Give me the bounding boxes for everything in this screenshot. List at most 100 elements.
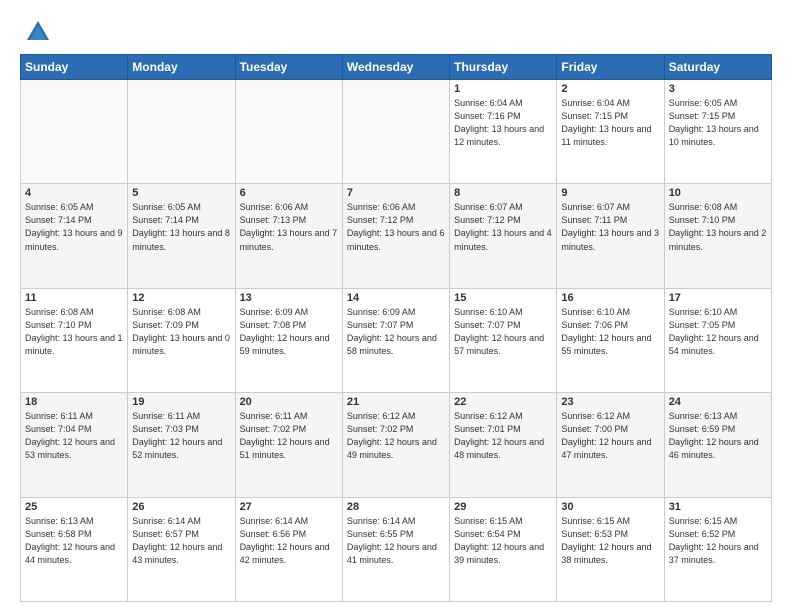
day-info: Sunrise: 6:15 AMSunset: 6:53 PMDaylight:… <box>561 515 659 567</box>
day-number: 10 <box>669 187 767 199</box>
day-info: Sunrise: 6:08 AMSunset: 7:10 PMDaylight:… <box>669 201 767 253</box>
calendar-week-row: 18 Sunrise: 6:11 AMSunset: 7:04 PMDayligh… <box>21 393 772 497</box>
calendar-day-header: Wednesday <box>342 55 449 80</box>
day-info: Sunrise: 6:12 AMSunset: 7:00 PMDaylight:… <box>561 410 659 462</box>
day-info: Sunrise: 6:12 AMSunset: 7:02 PMDaylight:… <box>347 410 445 462</box>
calendar-cell: 26 Sunrise: 6:14 AMSunset: 6:57 PMDayligh… <box>128 497 235 601</box>
day-info: Sunrise: 6:09 AMSunset: 7:08 PMDaylight:… <box>240 306 338 358</box>
day-number: 21 <box>347 396 445 408</box>
calendar-day-header: Friday <box>557 55 664 80</box>
day-number: 15 <box>454 292 552 304</box>
day-number: 24 <box>669 396 767 408</box>
calendar-day-header: Thursday <box>450 55 557 80</box>
calendar-cell: 18 Sunrise: 6:11 AMSunset: 7:04 PMDayligh… <box>21 393 128 497</box>
day-info: Sunrise: 6:11 AMSunset: 7:03 PMDaylight:… <box>132 410 230 462</box>
calendar-cell: 27 Sunrise: 6:14 AMSunset: 6:56 PMDayligh… <box>235 497 342 601</box>
calendar-cell: 17Sunrise: 6:10 AMSunset: 7:05 PMDayligh… <box>664 288 771 392</box>
calendar-cell: 23 Sunrise: 6:12 AMSunset: 7:00 PMDayligh… <box>557 393 664 497</box>
day-info: Sunrise: 6:14 AMSunset: 6:56 PMDaylight:… <box>240 515 338 567</box>
day-info: Sunrise: 6:07 AMSunset: 7:12 PMDaylight:… <box>454 201 552 253</box>
calendar-table: SundayMondayTuesdayWednesdayThursdayFrid… <box>20 54 772 602</box>
day-number: 31 <box>669 501 767 513</box>
day-number: 16 <box>561 292 659 304</box>
day-info: Sunrise: 6:15 AMSunset: 6:52 PMDaylight:… <box>669 515 767 567</box>
day-info: Sunrise: 6:07 AMSunset: 7:11 PMDaylight:… <box>561 201 659 253</box>
calendar-cell: 19 Sunrise: 6:11 AMSunset: 7:03 PMDayligh… <box>128 393 235 497</box>
header <box>20 18 772 46</box>
calendar-cell: 11 Sunrise: 6:08 AMSunset: 7:10 PMDayligh… <box>21 288 128 392</box>
calendar-cell: 2 Sunrise: 6:04 AMSunset: 7:15 PMDaylight… <box>557 80 664 184</box>
day-number: 25 <box>25 501 123 513</box>
calendar-week-row: 25Sunrise: 6:13 AMSunset: 6:58 PMDayligh… <box>21 497 772 601</box>
calendar-cell <box>21 80 128 184</box>
calendar-cell: 12 Sunrise: 6:08 AMSunset: 7:09 PMDayligh… <box>128 288 235 392</box>
day-info: Sunrise: 6:14 AMSunset: 6:55 PMDaylight:… <box>347 515 445 567</box>
calendar-day-header: Saturday <box>664 55 771 80</box>
calendar-week-row: 4 Sunrise: 6:05 AMSunset: 7:14 PMDaylight… <box>21 184 772 288</box>
day-info: Sunrise: 6:06 AMSunset: 7:12 PMDaylight:… <box>347 201 445 253</box>
day-info: Sunrise: 6:08 AMSunset: 7:09 PMDaylight:… <box>132 306 230 358</box>
logo <box>20 18 52 46</box>
calendar-cell: 20Sunrise: 6:11 AMSunset: 7:02 PMDayligh… <box>235 393 342 497</box>
calendar-day-header: Tuesday <box>235 55 342 80</box>
day-info: Sunrise: 6:09 AMSunset: 7:07 PMDaylight:… <box>347 306 445 358</box>
day-number: 4 <box>25 187 123 199</box>
day-number: 26 <box>132 501 230 513</box>
day-info: Sunrise: 6:06 AMSunset: 7:13 PMDaylight:… <box>240 201 338 253</box>
day-number: 29 <box>454 501 552 513</box>
calendar-cell: 24 Sunrise: 6:13 AMSunset: 6:59 PMDayligh… <box>664 393 771 497</box>
day-info: Sunrise: 6:12 AMSunset: 7:01 PMDaylight:… <box>454 410 552 462</box>
calendar-day-header: Monday <box>128 55 235 80</box>
calendar-cell: 5 Sunrise: 6:05 AMSunset: 7:14 PMDaylight… <box>128 184 235 288</box>
calendar-cell: 31 Sunrise: 6:15 AMSunset: 6:52 PMDayligh… <box>664 497 771 601</box>
logo-icon <box>24 18 52 46</box>
day-number: 18 <box>25 396 123 408</box>
calendar-cell: 29 Sunrise: 6:15 AMSunset: 6:54 PMDayligh… <box>450 497 557 601</box>
day-info: Sunrise: 6:08 AMSunset: 7:10 PMDaylight:… <box>25 306 123 358</box>
day-number: 13 <box>240 292 338 304</box>
day-number: 5 <box>132 187 230 199</box>
day-number: 12 <box>132 292 230 304</box>
day-number: 23 <box>561 396 659 408</box>
day-info: Sunrise: 6:14 AMSunset: 6:57 PMDaylight:… <box>132 515 230 567</box>
day-info: Sunrise: 6:10 AMSunset: 7:07 PMDaylight:… <box>454 306 552 358</box>
day-info: Sunrise: 6:15 AMSunset: 6:54 PMDaylight:… <box>454 515 552 567</box>
day-number: 7 <box>347 187 445 199</box>
day-number: 3 <box>669 83 767 95</box>
calendar-cell <box>128 80 235 184</box>
day-number: 27 <box>240 501 338 513</box>
day-number: 8 <box>454 187 552 199</box>
day-info: Sunrise: 6:04 AMSunset: 7:15 PMDaylight:… <box>561 97 659 149</box>
calendar-cell: 1 Sunrise: 6:04 AMSunset: 7:16 PMDaylight… <box>450 80 557 184</box>
calendar-cell: 7 Sunrise: 6:06 AMSunset: 7:12 PMDaylight… <box>342 184 449 288</box>
calendar-day-header: Sunday <box>21 55 128 80</box>
day-number: 1 <box>454 83 552 95</box>
calendar-cell: 13 Sunrise: 6:09 AMSunset: 7:08 PMDayligh… <box>235 288 342 392</box>
calendar-cell: 22 Sunrise: 6:12 AMSunset: 7:01 PMDayligh… <box>450 393 557 497</box>
day-info: Sunrise: 6:05 AMSunset: 7:15 PMDaylight:… <box>669 97 767 149</box>
calendar-cell: 3 Sunrise: 6:05 AMSunset: 7:15 PMDaylight… <box>664 80 771 184</box>
calendar-cell: 15 Sunrise: 6:10 AMSunset: 7:07 PMDayligh… <box>450 288 557 392</box>
day-number: 17 <box>669 292 767 304</box>
calendar-cell: 16 Sunrise: 6:10 AMSunset: 7:06 PMDayligh… <box>557 288 664 392</box>
calendar-cell: 8 Sunrise: 6:07 AMSunset: 7:12 PMDaylight… <box>450 184 557 288</box>
day-number: 11 <box>25 292 123 304</box>
calendar-cell <box>342 80 449 184</box>
day-number: 30 <box>561 501 659 513</box>
day-number: 9 <box>561 187 659 199</box>
day-number: 22 <box>454 396 552 408</box>
day-info: Sunrise: 6:11 AMSunset: 7:04 PMDaylight:… <box>25 410 123 462</box>
day-info: Sunrise: 6:11 AMSunset: 7:02 PMDaylight:… <box>240 410 338 462</box>
calendar-cell: 28Sunrise: 6:14 AMSunset: 6:55 PMDayligh… <box>342 497 449 601</box>
calendar-cell: 10 Sunrise: 6:08 AMSunset: 7:10 PMDayligh… <box>664 184 771 288</box>
day-info: Sunrise: 6:13 AMSunset: 6:59 PMDaylight:… <box>669 410 767 462</box>
calendar-week-row: 1 Sunrise: 6:04 AMSunset: 7:16 PMDaylight… <box>21 80 772 184</box>
calendar-cell: 30 Sunrise: 6:15 AMSunset: 6:53 PMDayligh… <box>557 497 664 601</box>
calendar-header-row: SundayMondayTuesdayWednesdayThursdayFrid… <box>21 55 772 80</box>
day-info: Sunrise: 6:05 AMSunset: 7:14 PMDaylight:… <box>132 201 230 253</box>
day-info: Sunrise: 6:10 AMSunset: 7:06 PMDaylight:… <box>561 306 659 358</box>
calendar-week-row: 11 Sunrise: 6:08 AMSunset: 7:10 PMDayligh… <box>21 288 772 392</box>
day-info: Sunrise: 6:04 AMSunset: 7:16 PMDaylight:… <box>454 97 552 149</box>
day-number: 2 <box>561 83 659 95</box>
day-number: 19 <box>132 396 230 408</box>
